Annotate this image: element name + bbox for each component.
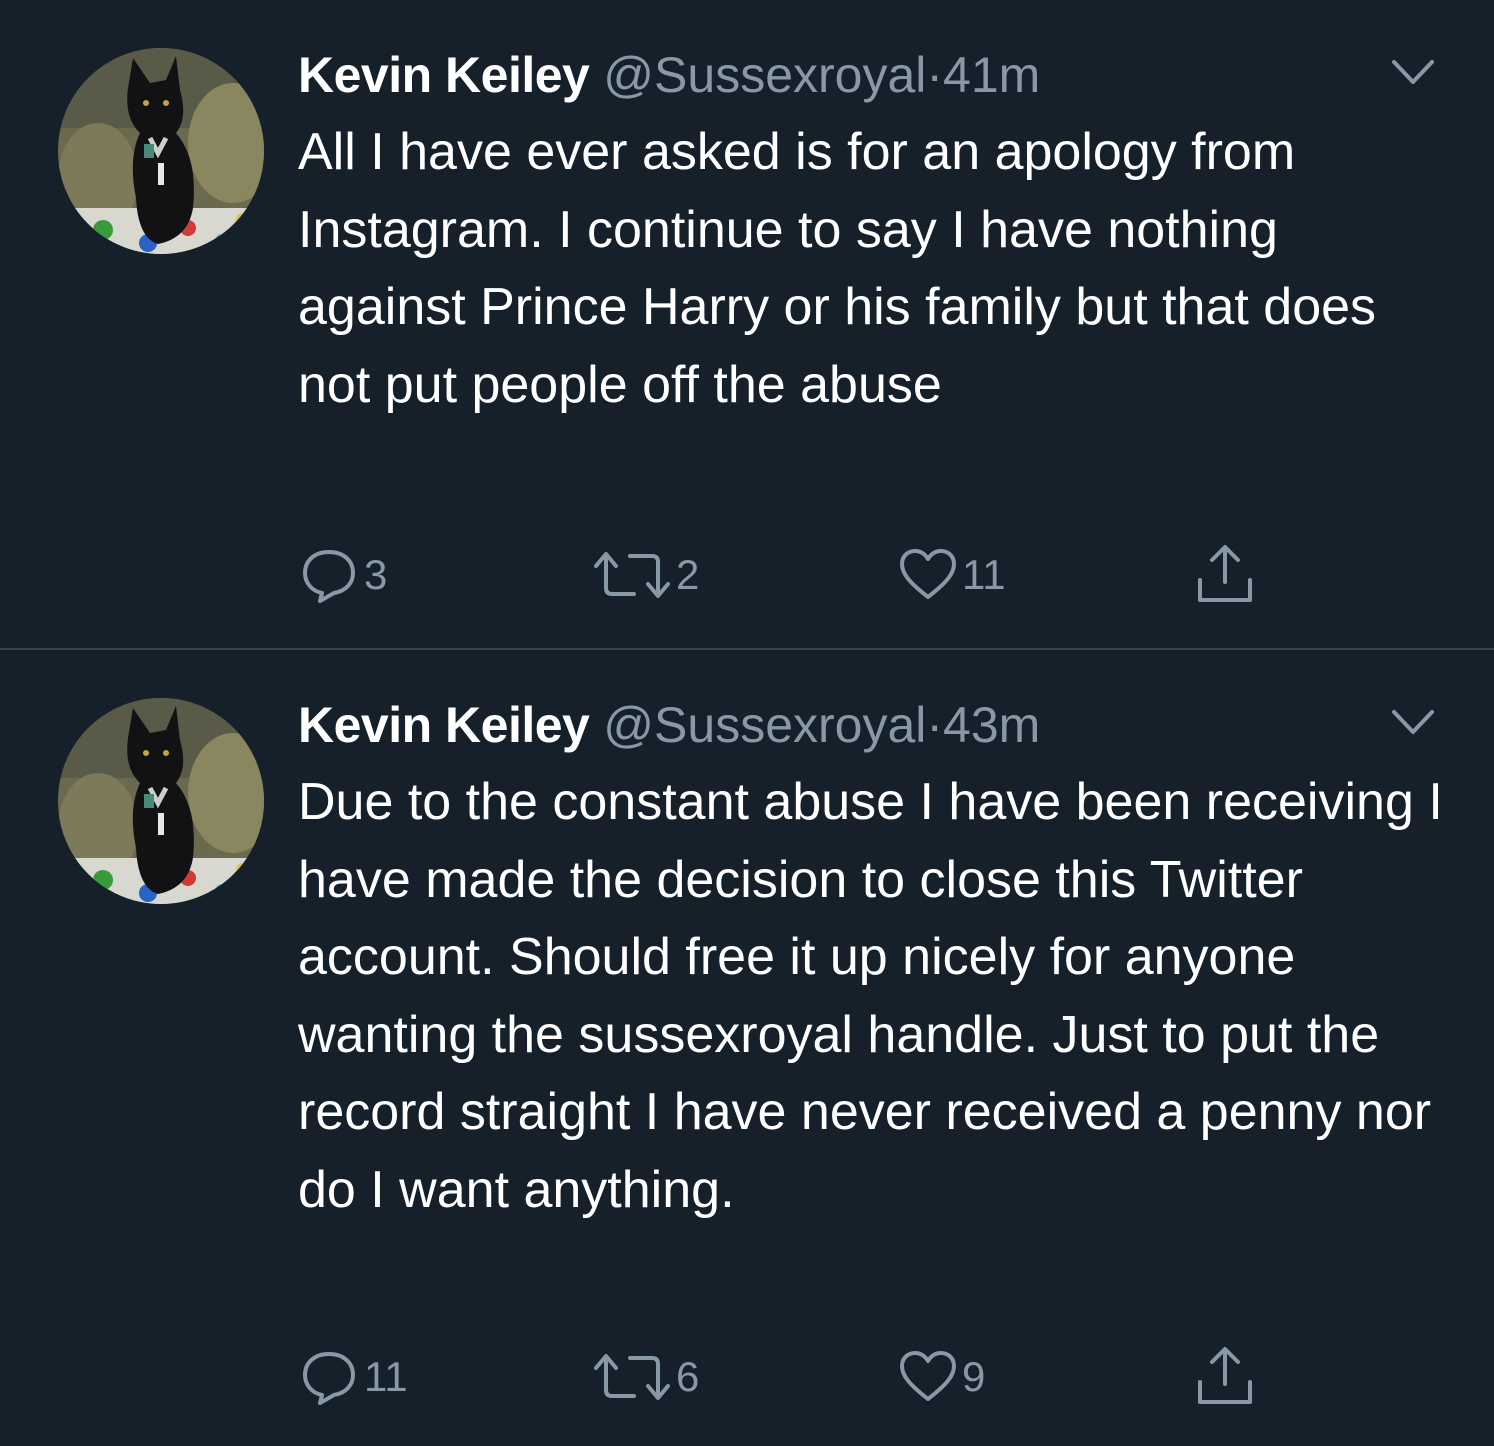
user-handle[interactable]: @Sussexroyal bbox=[603, 47, 926, 103]
share-upload-icon bbox=[1198, 545, 1252, 602]
retweet-count: 6 bbox=[676, 1353, 700, 1400]
reply-count: 11 bbox=[364, 1353, 408, 1400]
share-button[interactable] bbox=[1190, 540, 1260, 610]
retweet-count: 2 bbox=[676, 551, 700, 598]
like-button[interactable]: 11 bbox=[898, 540, 1006, 610]
like-count: 9 bbox=[962, 1353, 986, 1400]
reply-count: 3 bbox=[364, 551, 388, 598]
avatar-dog-photo bbox=[58, 48, 264, 254]
retweet-arrows-icon bbox=[594, 1354, 670, 1400]
speech-bubble-icon bbox=[303, 550, 355, 603]
share-button[interactable] bbox=[1190, 1342, 1260, 1412]
tweet[interactable]: Kevin Keiley @Sussexroyal·43m Due to the… bbox=[0, 650, 1494, 1446]
tweet[interactable]: Kevin Keiley @Sussexroyal·41m All I have… bbox=[0, 0, 1494, 648]
share-upload-icon bbox=[1198, 1347, 1252, 1404]
tweet-text: Due to the constant abuse I have been re… bbox=[298, 773, 1443, 1219]
timestamp[interactable]: 43m bbox=[943, 697, 1040, 753]
user-handle[interactable]: @Sussexroyal bbox=[603, 697, 926, 753]
avatar-dog-photo bbox=[58, 698, 264, 904]
tweet-text: All I have ever asked is for an apology … bbox=[298, 123, 1377, 414]
tweet-menu-button[interactable] bbox=[1388, 56, 1438, 90]
timestamp[interactable]: 41m bbox=[943, 47, 1040, 103]
display-name[interactable]: Kevin Keiley bbox=[298, 47, 590, 103]
timeline: Kevin Keiley @Sussexroyal·41m All I have… bbox=[0, 0, 1494, 1446]
chevron-down-icon bbox=[1392, 60, 1434, 84]
retweet-arrows-icon bbox=[594, 552, 670, 598]
tweet-actions: 3 2 11 bbox=[0, 540, 1494, 610]
separator-dot: · bbox=[926, 47, 944, 103]
speech-bubble-icon bbox=[303, 1352, 355, 1405]
reply-button[interactable]: 3 bbox=[298, 540, 387, 610]
tweet-header: Kevin Keiley @Sussexroyal·43m bbox=[298, 692, 1040, 758]
retweet-button[interactable]: 2 bbox=[592, 540, 699, 610]
reply-button[interactable]: 11 bbox=[298, 1342, 408, 1412]
heart-icon bbox=[900, 549, 956, 599]
tweet-actions: 11 6 9 bbox=[0, 1342, 1494, 1412]
separator-dot: · bbox=[926, 697, 944, 753]
avatar[interactable] bbox=[58, 48, 264, 254]
tweet-menu-button[interactable] bbox=[1388, 706, 1438, 740]
like-button[interactable]: 9 bbox=[898, 1342, 985, 1412]
avatar[interactable] bbox=[58, 698, 264, 904]
chevron-down-icon bbox=[1392, 710, 1434, 734]
retweet-button[interactable]: 6 bbox=[592, 1342, 699, 1412]
heart-icon bbox=[900, 1351, 956, 1401]
like-count: 11 bbox=[962, 551, 1006, 598]
display-name[interactable]: Kevin Keiley bbox=[298, 697, 590, 753]
tweet-header: Kevin Keiley @Sussexroyal·41m bbox=[298, 42, 1040, 108]
